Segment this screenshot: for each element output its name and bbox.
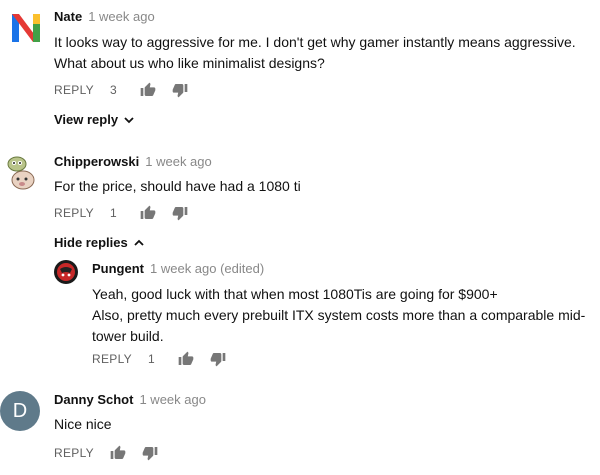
comment-timestamp[interactable]: 1 week ago <box>88 9 155 24</box>
view-reply-toggle[interactable]: View reply <box>54 112 135 127</box>
reply-button[interactable]: REPLY <box>54 446 94 460</box>
thumbs-down-icon[interactable] <box>172 205 188 221</box>
thumbs-down-icon[interactable] <box>210 351 226 367</box>
comment-text-line: It looks way to aggressive for me. I don… <box>54 34 576 50</box>
comment-text-line: Nice nice <box>54 416 112 432</box>
avatar[interactable] <box>54 260 78 284</box>
toggle-label: Hide replies <box>54 235 128 250</box>
avatar-letter: D <box>12 399 28 422</box>
author-name[interactable]: Danny Schot <box>54 392 133 407</box>
avatar[interactable] <box>8 10 48 50</box>
author-name[interactable]: Nate <box>54 9 82 24</box>
comment-text-line: tower build. <box>92 328 164 344</box>
comment-timestamp[interactable]: 1 week ago <box>139 392 206 407</box>
comment-timestamp[interactable]: 1 week ago (edited) <box>150 261 264 276</box>
comment-text-line: What about us who like minimalist design… <box>54 55 325 71</box>
thumbs-down-icon[interactable] <box>142 445 158 461</box>
like-count: 3 <box>109 83 117 97</box>
chevron-down-icon <box>124 116 134 123</box>
reply-button[interactable]: REPLY <box>92 352 132 366</box>
hide-replies-toggle[interactable]: Hide replies <box>54 235 145 250</box>
thumbs-down-icon[interactable] <box>172 82 188 98</box>
author-name[interactable]: Pungent <box>92 261 144 276</box>
avatar[interactable]: D <box>0 391 40 431</box>
reply-button[interactable]: REPLY <box>54 83 94 97</box>
avatar-circle: D <box>0 391 40 431</box>
comment-text-line: For the price, should have had a 1080 ti <box>54 178 301 194</box>
thumbs-up-icon[interactable] <box>110 445 126 461</box>
avatar[interactable] <box>2 152 42 192</box>
author-name[interactable]: Chipperowski <box>54 154 139 169</box>
reply-button[interactable]: REPLY <box>54 206 94 220</box>
comment-timestamp[interactable]: 1 week ago <box>145 154 212 169</box>
thumbs-up-icon[interactable] <box>178 351 194 367</box>
like-count: 1 <box>147 352 155 366</box>
like-count: 1 <box>109 206 117 220</box>
toggle-label: View reply <box>54 112 119 127</box>
thumbs-up-icon[interactable] <box>140 205 156 221</box>
thumbs-up-icon[interactable] <box>140 82 156 98</box>
comment-text-line: Yeah, good luck with that when most 1080… <box>92 286 498 302</box>
comment-text-line: Also, pretty much every prebuilt ITX sys… <box>92 307 586 323</box>
chevron-up-icon <box>134 239 144 246</box>
